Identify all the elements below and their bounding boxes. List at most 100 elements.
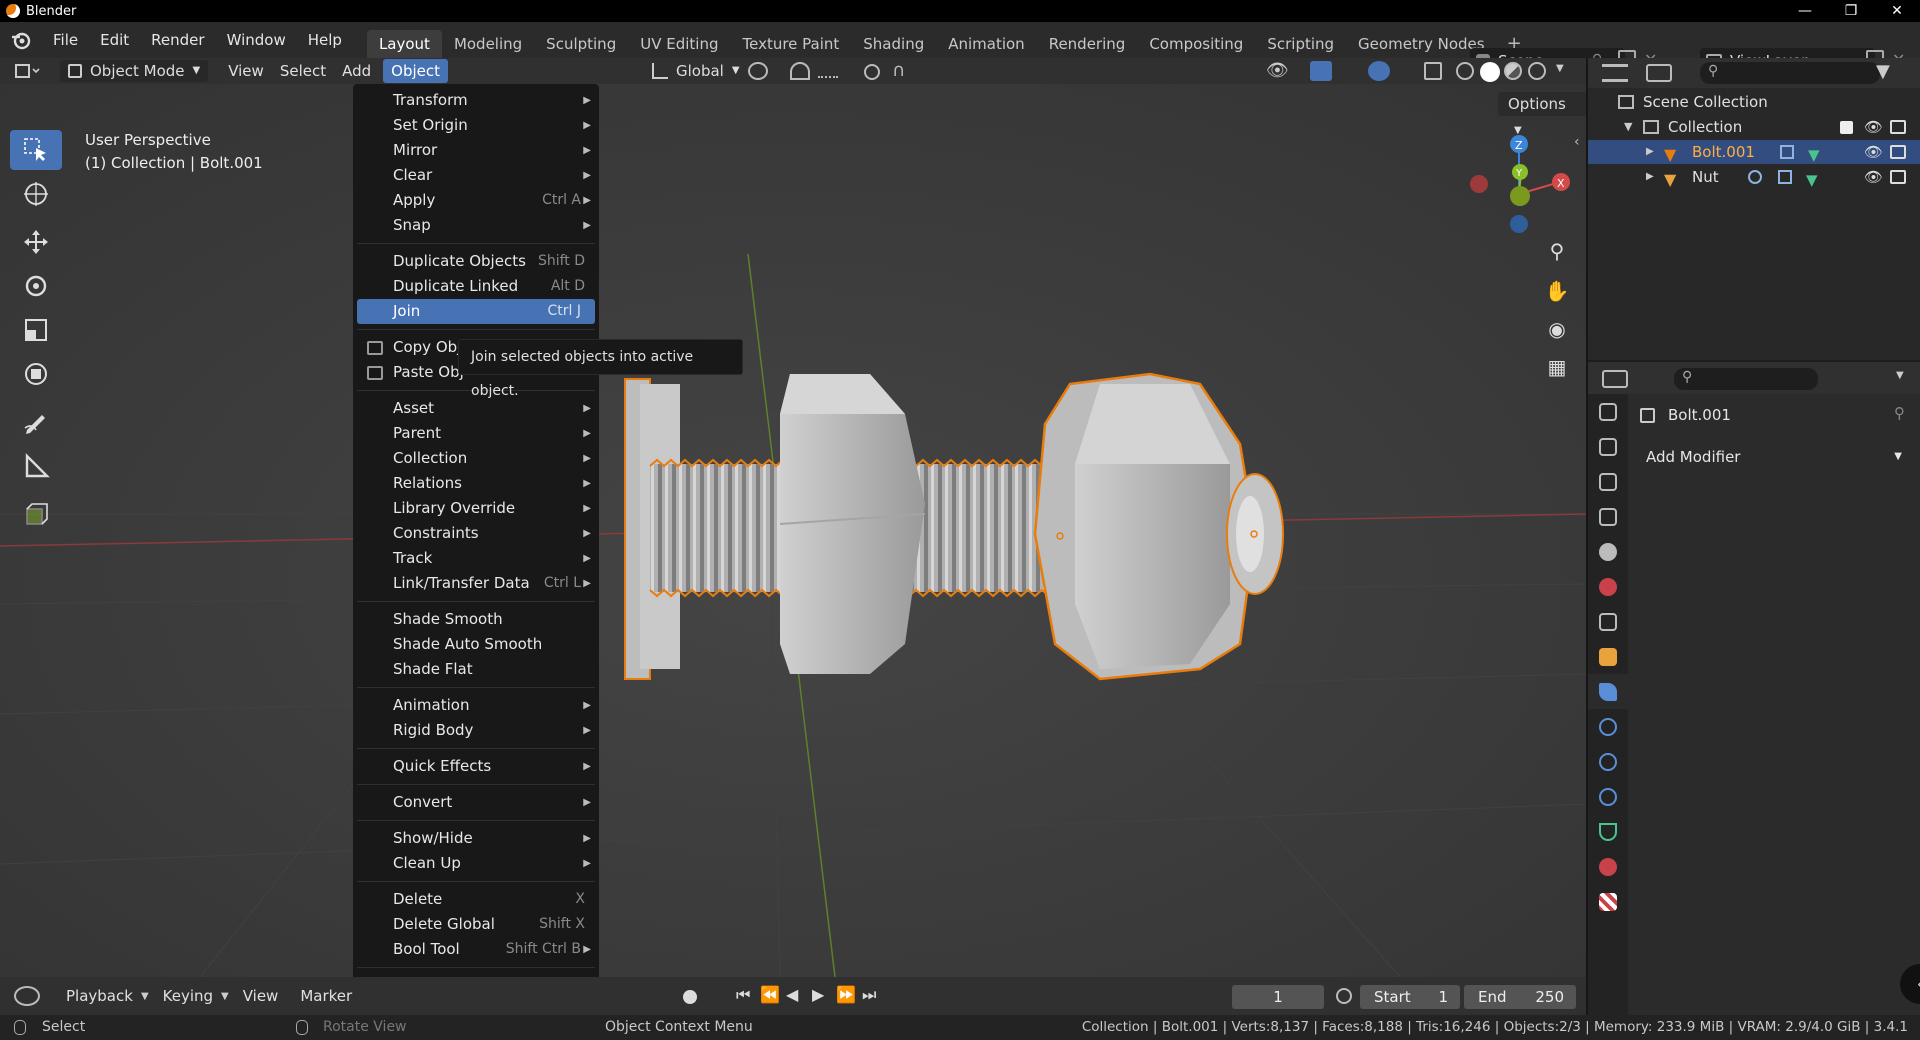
expand-panel-icon[interactable]: ‹ bbox=[1900, 964, 1920, 1004]
tab-compositing[interactable]: Compositing bbox=[1137, 30, 1255, 58]
tab-scene[interactable] bbox=[1588, 534, 1628, 569]
snap-icon[interactable] bbox=[790, 62, 810, 80]
filter-icon[interactable]: ▼ bbox=[1876, 61, 1890, 82]
timeline-menu-marker[interactable]: Marker bbox=[292, 984, 360, 1008]
tab-layout[interactable]: Layout bbox=[366, 30, 442, 58]
menu-item-library-override[interactable]: Library Override ▶ bbox=[353, 496, 599, 521]
menu-item-quick-effects[interactable]: Quick Effects ▶ bbox=[353, 754, 599, 779]
menu-item-shade-auto-smooth[interactable]: Shade Auto Smooth bbox=[353, 632, 599, 657]
menu-file[interactable]: File bbox=[42, 22, 89, 58]
menu-item-link-transfer-data[interactable]: Link/Transfer Data Ctrl L ▶ bbox=[353, 571, 599, 596]
current-frame-field[interactable]: 1 bbox=[1232, 985, 1324, 1009]
stopwatch-icon[interactable] bbox=[1336, 988, 1352, 1004]
menu-item-show-hide[interactable]: Show/Hide ▶ bbox=[353, 826, 599, 851]
blender-menu-icon[interactable] bbox=[10, 29, 32, 51]
3d-viewport[interactable]: Z X Y User Perspective (1) Collection | … bbox=[0, 84, 1588, 977]
menu-item-shade-smooth[interactable]: Shade Smooth bbox=[353, 607, 599, 632]
tab-view-layer[interactable] bbox=[1588, 499, 1628, 534]
expand-arrow-icon[interactable]: ▶ bbox=[1646, 140, 1654, 164]
tab-rendering[interactable]: Rendering bbox=[1037, 30, 1138, 58]
chevron-down-icon[interactable]: ▼ bbox=[1556, 63, 1564, 74]
transform-tool[interactable] bbox=[10, 354, 62, 394]
chevron-down-icon[interactable]: ▼ bbox=[1896, 370, 1904, 381]
wireframe-shading-icon[interactable] bbox=[1456, 62, 1474, 80]
menu-item-shade-flat[interactable]: Shade Flat bbox=[353, 657, 599, 682]
pan-hand-icon[interactable]: ✋ bbox=[1540, 274, 1574, 308]
rendered-shading-icon[interactable] bbox=[1528, 62, 1546, 80]
eye-icon[interactable]: 👁 bbox=[1864, 115, 1883, 139]
menu-item-delete[interactable]: Delete X bbox=[353, 887, 599, 912]
overlay-toggle-icon[interactable] bbox=[1368, 61, 1390, 81]
scale-tool[interactable] bbox=[10, 310, 62, 350]
tab-world[interactable] bbox=[1588, 569, 1628, 604]
viewport-menu-object[interactable]: Object bbox=[383, 59, 448, 83]
menu-item-mirror[interactable]: Mirror ▶ bbox=[353, 138, 599, 163]
falloff-icon[interactable]: ∩ bbox=[892, 60, 905, 81]
expand-arrow-icon[interactable]: ▼ bbox=[1624, 115, 1632, 139]
gizmo-toggle-icon[interactable] bbox=[1310, 61, 1332, 81]
ortho-grid-icon[interactable]: ▦ bbox=[1540, 350, 1574, 384]
prev-keyframe-icon[interactable]: ⏪ bbox=[760, 985, 780, 1004]
tab-particles[interactable] bbox=[1588, 709, 1628, 744]
menu-item-relations[interactable]: Relations ▶ bbox=[353, 471, 599, 496]
menu-item-transform[interactable]: Transform ▶ bbox=[353, 88, 599, 113]
annotate-tool[interactable] bbox=[10, 402, 62, 442]
menu-item-clean-up[interactable]: Clean Up ▶ bbox=[353, 851, 599, 876]
camera-icon[interactable] bbox=[1890, 170, 1906, 184]
visibility-icon[interactable]: 👁 bbox=[1266, 60, 1289, 81]
tab-texture[interactable] bbox=[1588, 884, 1628, 919]
menu-item-set-origin[interactable]: Set Origin ▶ bbox=[353, 113, 599, 138]
menu-item-apply[interactable]: Apply Ctrl A ▶ bbox=[353, 188, 599, 213]
zoom-icon[interactable]: ⚲ bbox=[1540, 234, 1574, 268]
camera-view-icon[interactable]: ◉ bbox=[1540, 312, 1574, 346]
menu-item-delete-global[interactable]: Delete Global Shift X bbox=[353, 912, 599, 937]
add-modifier-button[interactable]: Add Modifier ▼ bbox=[1638, 444, 1912, 470]
menu-item-track[interactable]: Track ▶ bbox=[353, 546, 599, 571]
mode-dropdown[interactable]: Object Mode ▼ bbox=[60, 60, 209, 82]
outliner-item-bolt[interactable]: ▶ ▼ Bolt.001 ▼ 👁 bbox=[1588, 140, 1920, 164]
camera-icon[interactable] bbox=[1890, 120, 1906, 134]
proportional-edit-icon[interactable] bbox=[864, 64, 880, 80]
snap-target-icon[interactable] bbox=[818, 64, 838, 78]
tab-data[interactable] bbox=[1588, 814, 1628, 849]
timeline-menu-view[interactable]: View bbox=[235, 984, 287, 1008]
menu-item-join[interactable]: Join Ctrl J bbox=[357, 299, 595, 324]
tab-uv-editing[interactable]: UV Editing bbox=[628, 30, 730, 58]
viewport-menu-add[interactable]: Add bbox=[334, 59, 379, 83]
cursor-tool[interactable] bbox=[10, 174, 62, 214]
tab-scripting[interactable]: Scripting bbox=[1255, 30, 1346, 58]
tab-physics[interactable] bbox=[1588, 744, 1628, 779]
menu-item-bool-tool[interactable]: Bool Tool Shift Ctrl B ▶ bbox=[353, 937, 599, 962]
rotate-tool[interactable] bbox=[10, 266, 62, 306]
close-button[interactable]: ✕ bbox=[1874, 0, 1920, 22]
menu-item-snap[interactable]: Snap ▶ bbox=[353, 213, 599, 238]
outliner-editor-icon[interactable] bbox=[1602, 64, 1628, 82]
expand-arrow-icon[interactable]: ▶ bbox=[1646, 165, 1654, 189]
camera-icon[interactable] bbox=[1890, 145, 1906, 159]
menu-render[interactable]: Render bbox=[140, 22, 215, 58]
select-box-tool[interactable] bbox=[10, 130, 62, 170]
add-cube-tool[interactable] bbox=[10, 494, 62, 534]
menu-item-collection[interactable]: Collection ▶ bbox=[353, 446, 599, 471]
tab-object[interactable] bbox=[1588, 639, 1628, 674]
sidebar-toggle-icon[interactable]: ‹ bbox=[1574, 134, 1580, 150]
menu-item-clear[interactable]: Clear ▶ bbox=[353, 163, 599, 188]
next-keyframe-icon[interactable]: ⏩ bbox=[836, 985, 856, 1004]
scene-collection-row[interactable]: Scene Collection bbox=[1588, 90, 1920, 114]
play-icon[interactable]: ▶ bbox=[812, 985, 824, 1004]
tab-texture-paint[interactable]: Texture Paint bbox=[730, 30, 851, 58]
tab-constraints[interactable] bbox=[1588, 779, 1628, 814]
timeline-menu-keying[interactable]: Keying bbox=[155, 984, 221, 1008]
properties-search-input[interactable]: ⚲ bbox=[1674, 368, 1818, 390]
tab-collection[interactable] bbox=[1588, 604, 1628, 639]
timeline-editor-icon[interactable] bbox=[14, 986, 40, 1006]
editor-type-icon[interactable] bbox=[14, 60, 42, 82]
display-mode-icon[interactable] bbox=[1646, 64, 1672, 82]
tab-animation[interactable]: Animation bbox=[936, 30, 1036, 58]
pin-icon[interactable]: ⚲ bbox=[1894, 404, 1905, 422]
eye-icon[interactable]: 👁 bbox=[1864, 140, 1883, 164]
tab-shading[interactable]: Shading bbox=[851, 30, 936, 58]
tab-tool[interactable] bbox=[1588, 394, 1628, 429]
viewport-menu-view[interactable]: View bbox=[220, 59, 272, 83]
options-dropdown[interactable]: Options ▼ bbox=[1498, 92, 1588, 136]
